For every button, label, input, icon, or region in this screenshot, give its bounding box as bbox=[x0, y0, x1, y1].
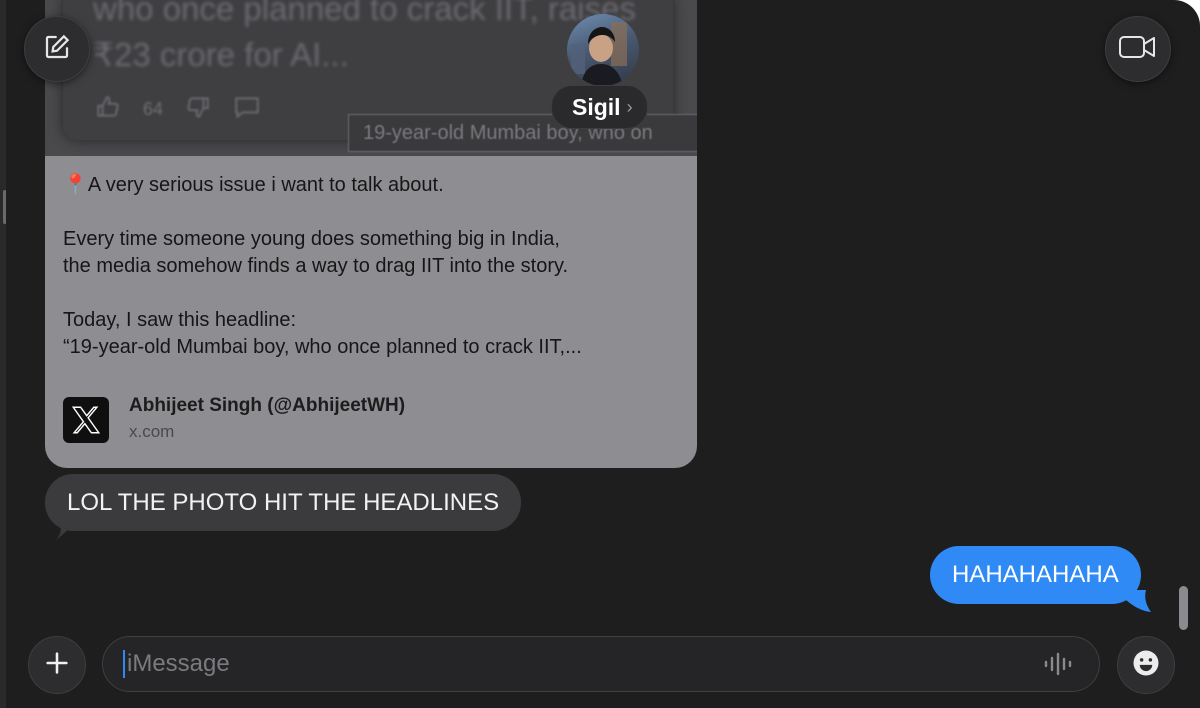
composer-bar bbox=[6, 636, 1200, 708]
text-caret bbox=[123, 650, 125, 678]
transcript-scrollbar[interactable] bbox=[1179, 586, 1188, 630]
contact-name-button[interactable]: Sigil › bbox=[551, 85, 648, 129]
preview-image-caption: 19-year-old Mumbai boy, who on bbox=[348, 114, 697, 152]
comment-icon bbox=[233, 94, 261, 125]
chevron-right-icon: › bbox=[626, 96, 633, 117]
x-logo-icon bbox=[63, 397, 109, 443]
thumbs-down-icon bbox=[185, 94, 211, 125]
preview-line-6: Today, I saw this headline: bbox=[63, 309, 297, 331]
waveform-icon[interactable] bbox=[1043, 651, 1075, 682]
outgoing-bubble-tail bbox=[1126, 590, 1151, 612]
link-preview-text: 📍A very serious issue i want to talk abo… bbox=[63, 172, 683, 361]
add-attachment-button[interactable] bbox=[28, 636, 86, 694]
pin-icon: 📍 bbox=[63, 174, 88, 196]
preview-line-1: 📍A very serious issue i want to talk abo… bbox=[63, 174, 444, 196]
preview-image-actions: 64 bbox=[95, 94, 261, 125]
preview-line-4: the media somehow finds a way to drag II… bbox=[63, 255, 569, 277]
preview-line-gap bbox=[63, 199, 683, 226]
source-domain: x.com bbox=[129, 422, 175, 441]
preview-line-gap bbox=[63, 280, 683, 307]
emoji-button[interactable] bbox=[1117, 636, 1175, 694]
link-preview-source: Abhijeet Singh (@AbhijeetWH) x.com bbox=[63, 394, 405, 446]
outgoing-message-bubble[interactable]: HAHAHAHAHA bbox=[930, 546, 1141, 604]
like-count: 64 bbox=[143, 99, 164, 119]
thumbs-up-icon bbox=[95, 94, 121, 125]
emoji-icon bbox=[1131, 648, 1161, 683]
facetime-video-button[interactable] bbox=[1105, 16, 1171, 82]
avatar[interactable] bbox=[567, 14, 639, 86]
compose-icon bbox=[42, 32, 72, 67]
contact-name: Sigil bbox=[572, 93, 621, 120]
preview-line-3: Every time someone young does something … bbox=[63, 228, 560, 250]
message-input[interactable] bbox=[127, 637, 1027, 691]
incoming-bubble-tail bbox=[56, 520, 78, 540]
preview-line-7: “19-year-old Mumbai boy, who once planne… bbox=[63, 336, 582, 358]
incoming-message-bubble[interactable]: LOL THE PHOTO HIT THE HEADLINES bbox=[45, 474, 522, 531]
message-field[interactable] bbox=[102, 636, 1100, 692]
compose-button[interactable] bbox=[24, 16, 90, 82]
video-camera-icon bbox=[1118, 34, 1158, 65]
source-name: Abhijeet Singh (@AbhijeetWH) bbox=[129, 395, 406, 416]
messages-window: who once planned to crack IIT, raises ₹2… bbox=[6, 0, 1200, 708]
plus-icon bbox=[43, 649, 71, 682]
